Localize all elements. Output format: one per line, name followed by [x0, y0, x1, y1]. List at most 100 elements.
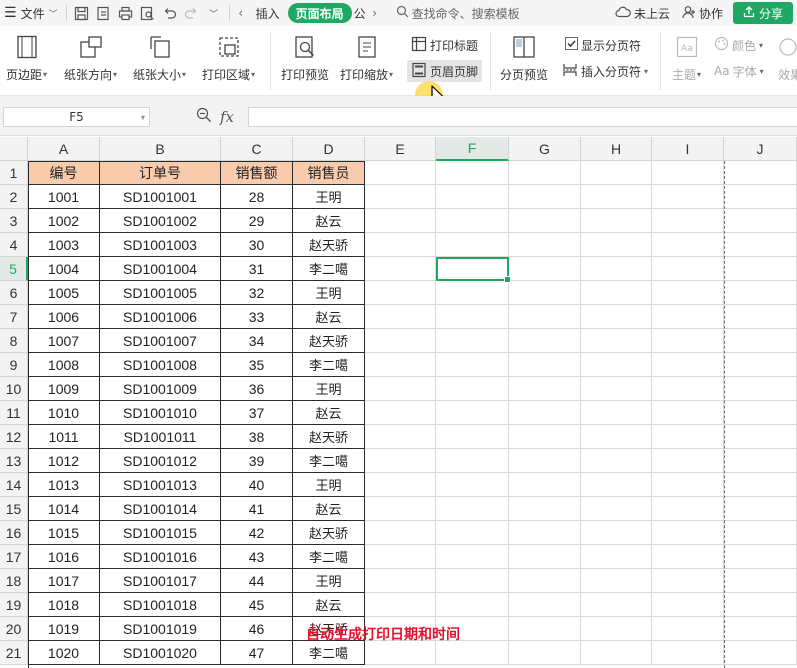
effects-button[interactable]: 效果 — [777, 26, 797, 83]
empty-cell[interactable] — [581, 329, 652, 353]
empty-cell[interactable] — [365, 449, 436, 473]
empty-cell[interactable] — [724, 497, 797, 521]
empty-cell[interactable] — [436, 425, 509, 449]
page-break-preview-button[interactable]: 分页预览 — [500, 26, 548, 83]
row-header-12[interactable]: 12 — [0, 425, 28, 449]
empty-cell[interactable] — [365, 545, 436, 569]
table-cell[interactable]: 1019 — [28, 617, 100, 641]
empty-cell[interactable] — [436, 185, 509, 209]
empty-cell[interactable] — [365, 209, 436, 233]
table-cell[interactable]: 赵云 — [293, 305, 365, 329]
table-cell[interactable]: 王明 — [293, 377, 365, 401]
margins-button[interactable]: 页边距 ▾ — [6, 26, 47, 83]
table-cell[interactable]: 1010 — [28, 401, 100, 425]
table-cell[interactable]: 王明 — [293, 281, 365, 305]
empty-cell[interactable] — [365, 233, 436, 257]
empty-cell[interactable] — [652, 569, 724, 593]
empty-cell[interactable] — [724, 161, 797, 185]
table-cell[interactable]: 39 — [221, 449, 293, 473]
empty-cell[interactable] — [509, 257, 581, 281]
table-cell[interactable]: 34 — [221, 329, 293, 353]
empty-cell[interactable] — [436, 593, 509, 617]
table-cell[interactable]: 45 — [221, 593, 293, 617]
empty-cell[interactable] — [724, 233, 797, 257]
empty-cell[interactable] — [724, 377, 797, 401]
empty-cell[interactable] — [581, 641, 652, 665]
table-cell[interactable]: 40 — [221, 473, 293, 497]
empty-cell[interactable] — [509, 233, 581, 257]
empty-cell[interactable] — [724, 449, 797, 473]
empty-cell[interactable] — [436, 209, 509, 233]
table-cell[interactable]: SD1001002 — [100, 209, 221, 233]
empty-cell[interactable] — [581, 473, 652, 497]
table-header-cell[interactable]: 订单号 — [100, 161, 221, 185]
table-cell[interactable]: 赵天骄 — [293, 425, 365, 449]
row-header-13[interactable]: 13 — [0, 449, 28, 473]
column-header-f[interactable]: F — [436, 137, 509, 161]
empty-cell[interactable] — [365, 161, 436, 185]
table-cell[interactable]: 1017 — [28, 569, 100, 593]
row-header-5[interactable]: 5 — [0, 257, 28, 281]
empty-cell[interactable] — [581, 161, 652, 185]
insert-function-icon[interactable]: fx — [220, 108, 234, 126]
command-search[interactable]: 查找命令、搜索模板 — [396, 5, 520, 22]
empty-cell[interactable] — [509, 569, 581, 593]
table-cell[interactable]: 32 — [221, 281, 293, 305]
print-preview-button[interactable]: 打印预览 — [281, 26, 329, 83]
empty-cell[interactable] — [652, 257, 724, 281]
table-cell[interactable]: SD1001010 — [100, 401, 221, 425]
row-header-1[interactable]: 1 — [0, 161, 28, 185]
save-icon[interactable] — [73, 4, 91, 22]
table-cell[interactable]: SD1001016 — [100, 545, 221, 569]
print-icon[interactable] — [117, 4, 135, 22]
show-page-breaks-toggle[interactable]: 显示分页符 — [565, 34, 641, 56]
empty-cell[interactable] — [652, 497, 724, 521]
empty-cell[interactable] — [365, 377, 436, 401]
zoom-icon[interactable] — [196, 107, 212, 126]
empty-cell[interactable] — [724, 545, 797, 569]
share-button[interactable]: 分享 — [732, 2, 793, 24]
header-footer-button[interactable]: 页眉页脚 — [407, 60, 483, 82]
empty-cell[interactable] — [724, 425, 797, 449]
empty-cell[interactable] — [652, 449, 724, 473]
table-cell[interactable]: 王明 — [293, 473, 365, 497]
empty-cell[interactable] — [581, 569, 652, 593]
empty-cell[interactable] — [724, 521, 797, 545]
empty-cell[interactable] — [581, 377, 652, 401]
table-cell[interactable]: 1003 — [28, 233, 100, 257]
table-cell[interactable]: 1006 — [28, 305, 100, 329]
formula-input[interactable] — [248, 107, 797, 127]
table-cell[interactable]: 37 — [221, 401, 293, 425]
row-header-15[interactable]: 15 — [0, 497, 28, 521]
table-cell[interactable]: 李二噶 — [293, 545, 365, 569]
table-cell[interactable]: 赵天骄 — [293, 329, 365, 353]
empty-cell[interactable] — [509, 449, 581, 473]
empty-cell[interactable] — [652, 641, 724, 665]
column-header-g[interactable]: G — [509, 137, 581, 161]
table-cell[interactable]: 1016 — [28, 545, 100, 569]
empty-cell[interactable] — [436, 449, 509, 473]
empty-cell[interactable] — [509, 377, 581, 401]
table-header-cell[interactable]: 销售员 — [293, 161, 365, 185]
table-cell[interactable]: 1009 — [28, 377, 100, 401]
empty-cell[interactable] — [509, 617, 581, 641]
empty-cell[interactable] — [436, 401, 509, 425]
print-scale-button[interactable]: 打印缩放 ▾ — [340, 26, 393, 83]
table-header-cell[interactable]: 编号 — [28, 161, 100, 185]
table-cell[interactable]: 28 — [221, 185, 293, 209]
table-cell[interactable]: 38 — [221, 425, 293, 449]
empty-cell[interactable] — [581, 305, 652, 329]
empty-cell[interactable] — [724, 257, 797, 281]
table-cell[interactable]: SD1001001 — [100, 185, 221, 209]
row-header-6[interactable]: 6 — [0, 281, 28, 305]
empty-cell[interactable] — [652, 233, 724, 257]
empty-cell[interactable] — [365, 593, 436, 617]
active-cell-selection[interactable] — [436, 257, 511, 283]
table-cell[interactable]: 1018 — [28, 593, 100, 617]
empty-cell[interactable] — [436, 641, 509, 665]
empty-cell[interactable] — [581, 521, 652, 545]
empty-cell[interactable] — [724, 401, 797, 425]
table-cell[interactable]: 1002 — [28, 209, 100, 233]
table-cell[interactable]: 29 — [221, 209, 293, 233]
empty-cell[interactable] — [509, 353, 581, 377]
